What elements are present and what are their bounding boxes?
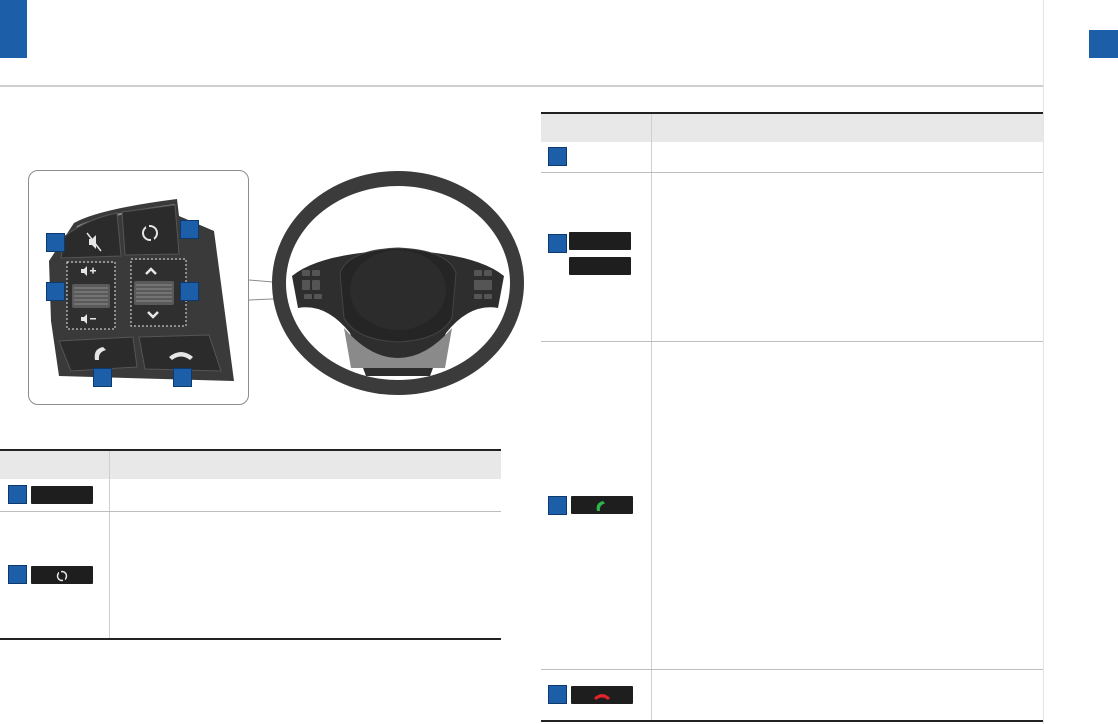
- column-header-name: [541, 112, 652, 142]
- mode-key-chip: [31, 565, 94, 584]
- blank-key-icon: [569, 256, 631, 275]
- controls-closeup-panel: [28, 170, 249, 405]
- row-number-badge: [548, 233, 567, 253]
- row-key-cell: [541, 669, 652, 722]
- table-row: [541, 172, 1043, 342]
- badge-mute: [46, 233, 65, 252]
- table-row: [541, 669, 1043, 722]
- end-call-key-chip: [571, 685, 634, 704]
- table-row: [0, 511, 501, 640]
- row-description: [109, 479, 501, 512]
- blank-key-icon: [569, 231, 631, 250]
- row-description: [651, 341, 1043, 670]
- header-divider: [0, 85, 1043, 87]
- row-number-badge: [8, 485, 27, 505]
- row-number-badge: [548, 685, 567, 705]
- section-side-tab: [1089, 30, 1118, 58]
- row-description: [651, 172, 1043, 342]
- steering-wheel-icon: [248, 171, 524, 395]
- row-description: [651, 669, 1043, 722]
- table-row: [0, 479, 501, 512]
- badge-seek: [180, 282, 199, 301]
- page-edge-divider: [1043, 0, 1044, 724]
- row-number-badge: [548, 495, 567, 515]
- row-key-cell: [541, 142, 652, 173]
- table-row: [541, 341, 1043, 670]
- row-description: [651, 142, 1043, 173]
- mode-icon: [57, 570, 68, 582]
- column-header-name: [0, 449, 110, 479]
- right-function-table: [541, 112, 1043, 722]
- row-key-cell: [0, 511, 110, 640]
- badge-end-call: [173, 368, 192, 387]
- table-row: [541, 142, 1043, 173]
- chapter-tab: [0, 0, 27, 58]
- badge-mode: [180, 220, 199, 239]
- table-header-row: [0, 449, 501, 479]
- badge-volume: [46, 282, 65, 301]
- airbag-cover: [350, 250, 446, 330]
- blank-key-icon: [31, 485, 94, 504]
- table-header-row: [541, 112, 1043, 142]
- column-header-description: [651, 112, 1043, 142]
- left-function-table: [0, 449, 501, 640]
- badge-call: [93, 368, 112, 387]
- end-call-icon: [594, 693, 611, 700]
- column-header-description: [109, 449, 501, 479]
- call-icon: [596, 500, 606, 511]
- call-key-chip: [571, 496, 634, 514]
- row-description: [109, 511, 501, 640]
- row-number-badge: [8, 565, 27, 585]
- row-key-cell: [0, 479, 110, 512]
- row-number-badge: [548, 147, 567, 167]
- mode-button[interactable]: [121, 204, 180, 256]
- row-key-cell: [541, 341, 652, 670]
- row-key-cell: [541, 172, 652, 342]
